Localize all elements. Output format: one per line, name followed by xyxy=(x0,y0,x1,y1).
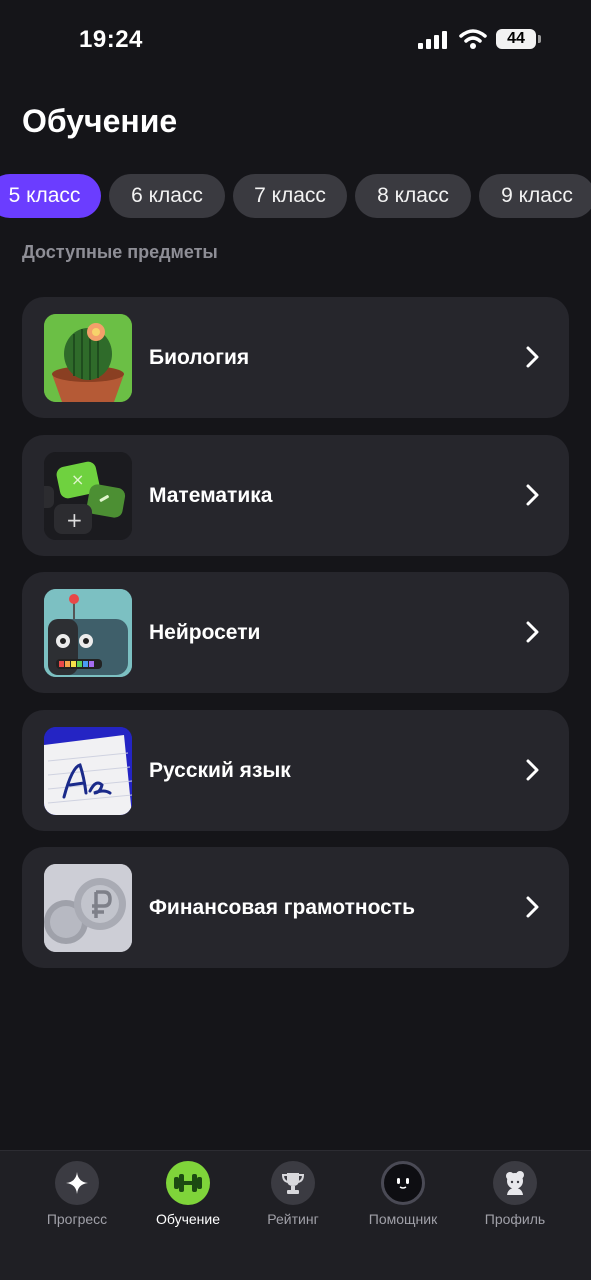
subject-title: Нейросети xyxy=(149,621,261,644)
tab-label: Помощник xyxy=(368,1211,438,1227)
subject-title: Математика xyxy=(149,484,273,507)
tab-assistant[interactable]: Помощник xyxy=(348,1161,458,1227)
subject-card-russian[interactable]: Русский язык xyxy=(22,710,569,831)
subject-card-math[interactable]: × + Математика xyxy=(22,435,569,556)
subject-card-finance[interactable]: Финансовая грамотность xyxy=(22,847,569,968)
tab-profile[interactable]: Профиль xyxy=(460,1161,570,1227)
subject-card-neural[interactable]: Нейросети xyxy=(22,572,569,693)
tab-label: Рейтинг xyxy=(267,1211,319,1227)
chevron-right-icon xyxy=(526,759,539,781)
grade-chip-7[interactable]: 7 класс xyxy=(233,174,347,218)
tab-progress[interactable]: Прогресс xyxy=(22,1161,132,1227)
subject-title: Финансовая грамотность xyxy=(149,896,415,919)
wifi-icon xyxy=(459,29,487,49)
robot-icon xyxy=(44,589,132,677)
math-keys-icon: × + xyxy=(44,452,132,540)
subject-card-biology[interactable]: Биология xyxy=(22,297,569,418)
tab-bar: Прогресс Обучение Рейтинг Помощник Профи… xyxy=(0,1150,591,1280)
signal-icon xyxy=(418,31,447,49)
section-label: Доступные предметы xyxy=(22,242,218,262)
sparkle-icon xyxy=(55,1161,99,1205)
trophy-icon xyxy=(271,1161,315,1205)
chevron-right-icon xyxy=(526,896,539,918)
subject-title: Биология xyxy=(149,346,250,369)
chevron-right-icon xyxy=(526,484,539,506)
dumbbell-icon xyxy=(166,1161,210,1205)
grade-chip-8[interactable]: 8 класс xyxy=(355,174,471,218)
tab-label: Обучение xyxy=(155,1211,221,1227)
chevron-right-icon xyxy=(526,346,539,368)
subject-title: Русский язык xyxy=(149,759,291,782)
profile-icon xyxy=(493,1161,537,1205)
grade-chip-6[interactable]: 6 класс xyxy=(109,174,225,218)
grade-selector: 5 класс 6 класс 7 класс 8 класс 9 класс xyxy=(0,174,591,218)
cactus-icon xyxy=(44,314,132,402)
page-title: Обучение xyxy=(22,103,178,139)
status-bar: 19:24 44 xyxy=(0,0,591,80)
status-time: 19:24 xyxy=(79,26,143,53)
chevron-right-icon xyxy=(526,621,539,643)
svg-text:×: × xyxy=(71,470,84,489)
tab-learning[interactable]: Обучение xyxy=(133,1161,243,1227)
tab-label: Профиль xyxy=(484,1211,546,1227)
tab-label: Прогресс xyxy=(46,1211,108,1227)
svg-text:+: + xyxy=(66,508,83,532)
assistant-icon xyxy=(381,1161,425,1205)
coins-icon xyxy=(44,864,132,952)
notebook-icon xyxy=(44,727,132,815)
grade-chip-5[interactable]: 5 класс xyxy=(0,174,101,218)
grade-chip-9[interactable]: 9 класс xyxy=(479,174,591,218)
tab-rating[interactable]: Рейтинг xyxy=(238,1161,348,1227)
battery-icon: 44 xyxy=(496,29,541,49)
